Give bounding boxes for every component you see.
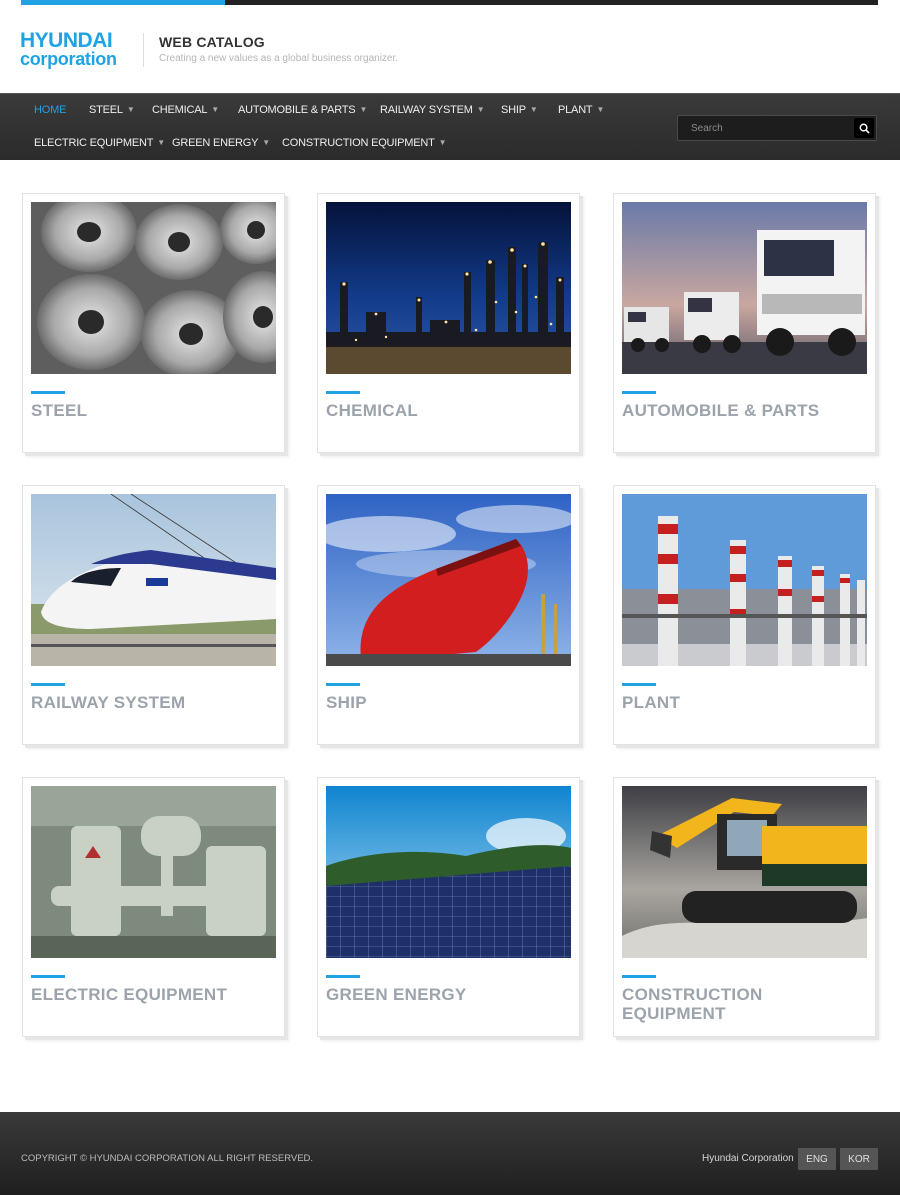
search-box <box>677 115 877 141</box>
logo-line2: corporation <box>20 49 117 69</box>
nav-item-electric-equipment[interactable]: ELECTRIC EQUIPMENT ▼ <box>34 137 165 149</box>
chevron-down-icon: ▼ <box>529 105 538 114</box>
title-accent-rule <box>31 683 65 686</box>
excavator-image <box>622 786 867 958</box>
nav-label: CHEMICAL <box>152 104 208 116</box>
nav-label: PLANT <box>558 104 593 116</box>
page-tagline: Creating a new values as a global busine… <box>159 53 399 64</box>
steel-coils-image <box>31 202 276 374</box>
nav-label: SHIP <box>501 104 526 116</box>
footer-company-name: Hyundai Corporation <box>702 1153 794 1164</box>
lang-eng-button[interactable]: ENG <box>798 1148 836 1170</box>
chevron-down-icon: ▼ <box>262 138 270 147</box>
title-accent-rule <box>326 975 360 978</box>
nav-label: CONSTRUCTION EQUIPMENT <box>282 137 435 149</box>
catalog-card-railway-system[interactable]: RAILWAY SYSTEM <box>22 485 285 745</box>
nav-item-green-energy[interactable]: GREEN ENERGY ▼ <box>172 137 270 149</box>
chemical-plant-night-image <box>326 202 571 374</box>
copyright-text: COPYRIGHT © HYUNDAI CORPORATION ALL RIGH… <box>21 1153 314 1164</box>
nav-item-ship[interactable]: SHIP ▼ <box>501 104 538 116</box>
nav-label: RAILWAY SYSTEM <box>380 104 473 116</box>
catalog-card-construction-equipment[interactable]: CONSTRUCTION EQUIPMENT <box>613 777 876 1037</box>
catalog-card-automobile-parts[interactable]: AUTOMOBILE & PARTS <box>613 193 876 453</box>
hyundai-logo[interactable]: HYUNDAI corporation <box>20 29 130 69</box>
title-accent-rule <box>622 391 656 394</box>
catalog-card-chemical[interactable]: CHEMICAL <box>317 193 580 453</box>
chevron-down-icon: ▼ <box>476 105 485 114</box>
card-title: PLANT <box>622 693 681 712</box>
site-header: HYUNDAI corporation WEB CATALOG Creating… <box>0 5 900 93</box>
title-accent-rule <box>622 975 656 978</box>
card-title: STEEL <box>31 401 88 420</box>
page-title: WEB CATALOG <box>159 34 265 50</box>
red-ship-image <box>326 494 571 666</box>
lang-kor-button[interactable]: KOR <box>840 1148 878 1170</box>
title-accent-rule <box>326 391 360 394</box>
nav-item-plant[interactable]: PLANT ▼ <box>558 104 604 116</box>
catalog-card-plant[interactable]: PLANT <box>613 485 876 745</box>
nav-item-chemical[interactable]: CHEMICAL ▼ <box>152 104 219 116</box>
nav-item-home[interactable]: HOME <box>34 104 66 116</box>
chevron-down-icon: ▼ <box>438 138 447 147</box>
logo-line1: HYUNDAI <box>20 29 113 52</box>
ktx-train-image <box>31 494 276 666</box>
solar-panels-image <box>326 786 571 958</box>
transformer-image <box>31 786 276 958</box>
chevron-down-icon: ▼ <box>359 105 368 114</box>
nav-item-steel[interactable]: STEEL ▼ <box>89 104 135 116</box>
header-divider <box>143 33 144 67</box>
title-accent-rule <box>31 975 65 978</box>
catalog-card-green-energy[interactable]: GREEN ENERGY <box>317 777 580 1037</box>
chevron-down-icon: ▼ <box>596 105 605 114</box>
chevron-down-icon: ▼ <box>157 138 165 147</box>
card-title: CONSTRUCTION EQUIPMENT <box>622 985 763 1023</box>
nav-item-construction-equipment[interactable]: CONSTRUCTION EQUIPMENT ▼ <box>282 137 447 149</box>
title-accent-rule <box>326 683 360 686</box>
chevron-down-icon: ▼ <box>126 105 135 114</box>
search-icon <box>859 123 870 134</box>
card-title: AUTOMOBILE & PARTS <box>622 401 820 420</box>
main-nav: HOME STEEL ▼ CHEMICAL ▼ AUTOMOBILE & PARTS… <box>0 93 900 160</box>
card-title: RAILWAY SYSTEM <box>31 693 186 712</box>
card-title: SHIP <box>326 693 367 712</box>
trucks-image <box>622 202 867 374</box>
card-title: ELECTRIC EQUIPMENT <box>31 985 228 1004</box>
catalog-card-steel[interactable]: STEEL <box>22 193 285 453</box>
nav-label: AUTOMOBILE & PARTS <box>238 104 356 116</box>
nav-label: ELECTRIC EQUIPMENT <box>34 137 154 149</box>
card-title: CHEMICAL <box>326 401 419 420</box>
power-plant-image <box>622 494 867 666</box>
card-title: GREEN ENERGY <box>326 985 467 1004</box>
title-accent-rule <box>31 391 65 394</box>
nav-item-railway-system[interactable]: RAILWAY SYSTEM ▼ <box>380 104 485 116</box>
catalog-card-electric-equipment[interactable]: ELECTRIC EQUIPMENT <box>22 777 285 1037</box>
chevron-down-icon: ▼ <box>211 105 219 114</box>
nav-item-automobile-parts[interactable]: AUTOMOBILE & PARTS ▼ <box>238 104 367 116</box>
nav-label: HOME <box>34 104 67 116</box>
title-accent-rule <box>622 683 656 686</box>
site-footer: COPYRIGHT © HYUNDAI CORPORATION ALL RIGH… <box>0 1112 900 1195</box>
search-input[interactable] <box>678 116 853 140</box>
search-button[interactable] <box>854 118 874 138</box>
nav-label: STEEL <box>89 104 123 116</box>
nav-label: GREEN ENERGY <box>172 137 259 149</box>
catalog-card-ship[interactable]: SHIP <box>317 485 580 745</box>
